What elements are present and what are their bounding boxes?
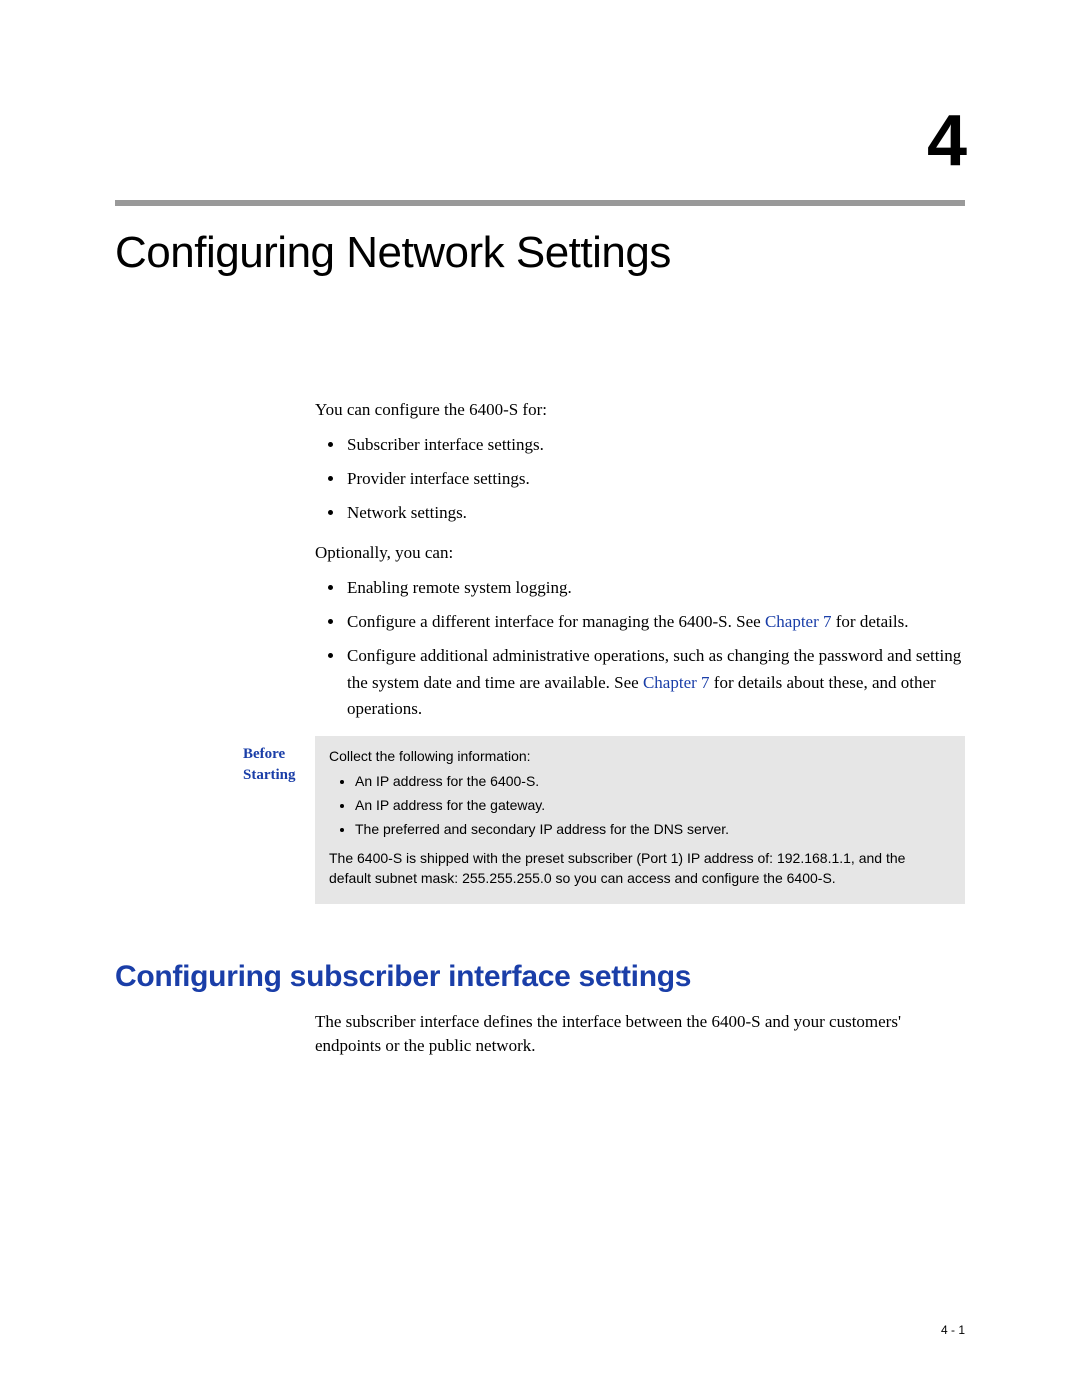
chapter-rule — [115, 200, 965, 206]
intro-para-2: Optionally, you can: — [315, 541, 965, 565]
intro-list-2: Enabling remote system logging. Configur… — [315, 575, 965, 723]
intro-para-1: You can configure the 6400-S for: — [315, 398, 965, 422]
before-starting-block: Before Starting Collect the following in… — [115, 736, 965, 904]
section-para: The subscriber interface defines the int… — [315, 1010, 965, 1058]
body-column: You can configure the 6400-S for: Subscr… — [315, 398, 965, 722]
section-title: Configuring subscriber interface setting… — [115, 960, 965, 994]
list-item: Subscriber interface settings. — [345, 432, 965, 458]
chapter-number: 4 — [115, 100, 965, 182]
list-item: Provider interface settings. — [345, 466, 965, 492]
box-lead: Collect the following information: — [329, 746, 951, 766]
list-item: The preferred and secondary IP address f… — [355, 819, 951, 839]
section-body: The subscriber interface defines the int… — [315, 1010, 965, 1058]
list-item: Enabling remote system logging. — [345, 575, 965, 601]
chapter-title: Configuring Network Settings — [115, 228, 965, 278]
document-page: 4 Configuring Network Settings You can c… — [0, 0, 1080, 1397]
list-item: Configure additional administrative oper… — [345, 643, 965, 722]
page-number: 4 - 1 — [941, 1323, 965, 1337]
cross-reference-link[interactable]: Chapter 7 — [765, 612, 832, 631]
list-item: An IP address for the 6400-S. — [355, 771, 951, 791]
before-starting-box: Collect the following information: An IP… — [315, 736, 965, 904]
list-item: Configure a different interface for mana… — [345, 609, 965, 635]
cross-reference-link[interactable]: Chapter 7 — [643, 673, 710, 692]
text-fragment: for details. — [832, 612, 909, 631]
list-item: An IP address for the gateway. — [355, 795, 951, 815]
box-trailer: The 6400-S is shipped with the preset su… — [329, 848, 951, 889]
before-starting-label: Before Starting — [243, 736, 315, 785]
text-fragment: Configure a different interface for mana… — [347, 612, 765, 631]
intro-list-1: Subscriber interface settings. Provider … — [315, 432, 965, 527]
box-list: An IP address for the 6400-S. An IP addr… — [329, 771, 951, 840]
list-item: Network settings. — [345, 500, 965, 526]
